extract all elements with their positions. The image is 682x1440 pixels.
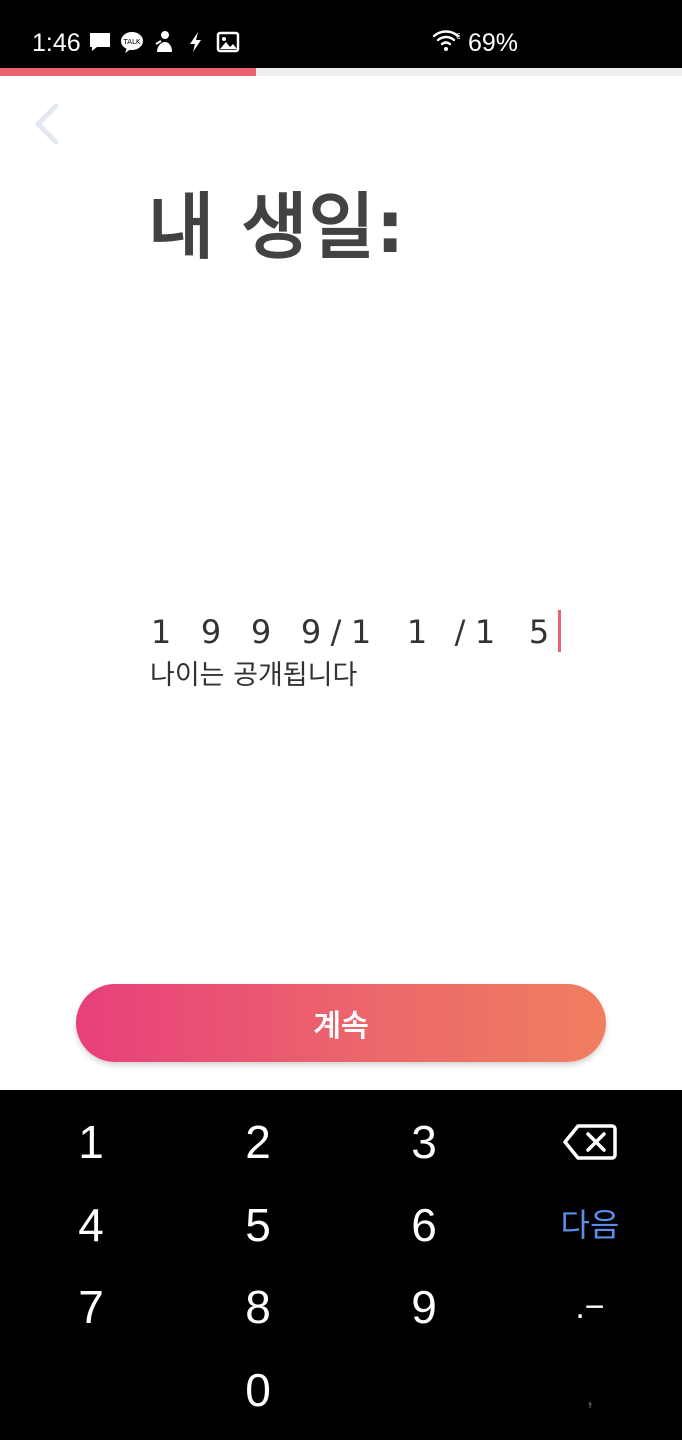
key-3[interactable]: 3 <box>354 1102 494 1182</box>
age-public-note: 나이는 공개됩니다 <box>150 660 358 691</box>
battery-percent: 69% <box>468 29 519 57</box>
symbol-key[interactable]: .− <box>520 1267 660 1347</box>
svg-text:TALK: TALK <box>122 38 140 46</box>
birthday-separator: / <box>454 613 466 651</box>
birthday-char: 1 <box>474 613 496 651</box>
text-cursor <box>558 610 561 652</box>
status-right: 6 69% <box>432 28 518 58</box>
svg-text:6: 6 <box>456 32 460 41</box>
page-title: 내 생일: <box>148 185 406 269</box>
continue-button[interactable]: 계속 <box>76 984 606 1062</box>
key-0[interactable]: 0 <box>188 1350 328 1430</box>
image-icon <box>216 30 240 54</box>
wifi-6-icon: 6 <box>432 28 461 58</box>
key-9[interactable]: 9 <box>354 1267 494 1347</box>
birthday-char: 9 <box>250 613 272 651</box>
back-button[interactable] <box>24 98 72 150</box>
birthday-char: 1 <box>150 613 172 651</box>
birthday-char: 9 <box>300 613 322 651</box>
birthday-char: 1 <box>406 613 428 651</box>
birthday-separator: / <box>330 613 342 651</box>
screen: 1:46 TALK 6 69% 내 생일: 1 9 9 9 / 1 1 / 1 … <box>0 0 682 1440</box>
comma-key[interactable]: , <box>520 1356 660 1436</box>
birthday-char: 5 <box>528 613 550 651</box>
key-4[interactable]: 4 <box>21 1185 161 1265</box>
birthday-char: 9 <box>200 613 222 651</box>
status-bar: 1:46 TALK 6 69% <box>0 0 682 68</box>
backspace-key[interactable] <box>520 1102 660 1182</box>
message-icon <box>88 30 112 54</box>
birthday-char: 1 <box>350 613 372 651</box>
birthday-input[interactable]: 1 9 9 9/1 1/1 5 <box>150 608 550 656</box>
backspace-icon <box>563 1124 617 1160</box>
numeric-keyboard: 1 2 3 4 5 6 다음 7 8 9 .− 0 , <box>0 1090 682 1440</box>
key-6[interactable]: 6 <box>354 1185 494 1265</box>
kakaotalk-icon: TALK <box>120 30 144 54</box>
key-5[interactable]: 5 <box>188 1185 328 1265</box>
app-icon <box>152 30 176 54</box>
key-8[interactable]: 8 <box>188 1267 328 1347</box>
status-time: 1:46 <box>32 29 81 57</box>
key-2[interactable]: 2 <box>188 1102 328 1182</box>
notification-icons: TALK <box>88 30 240 54</box>
flash-icon <box>184 30 208 54</box>
progress-fill <box>0 68 256 76</box>
chevron-left-icon <box>35 103 59 145</box>
next-key[interactable]: 다음 <box>520 1183 660 1263</box>
key-1[interactable]: 1 <box>21 1102 161 1182</box>
progress-bar <box>0 68 682 76</box>
key-7[interactable]: 7 <box>21 1267 161 1347</box>
